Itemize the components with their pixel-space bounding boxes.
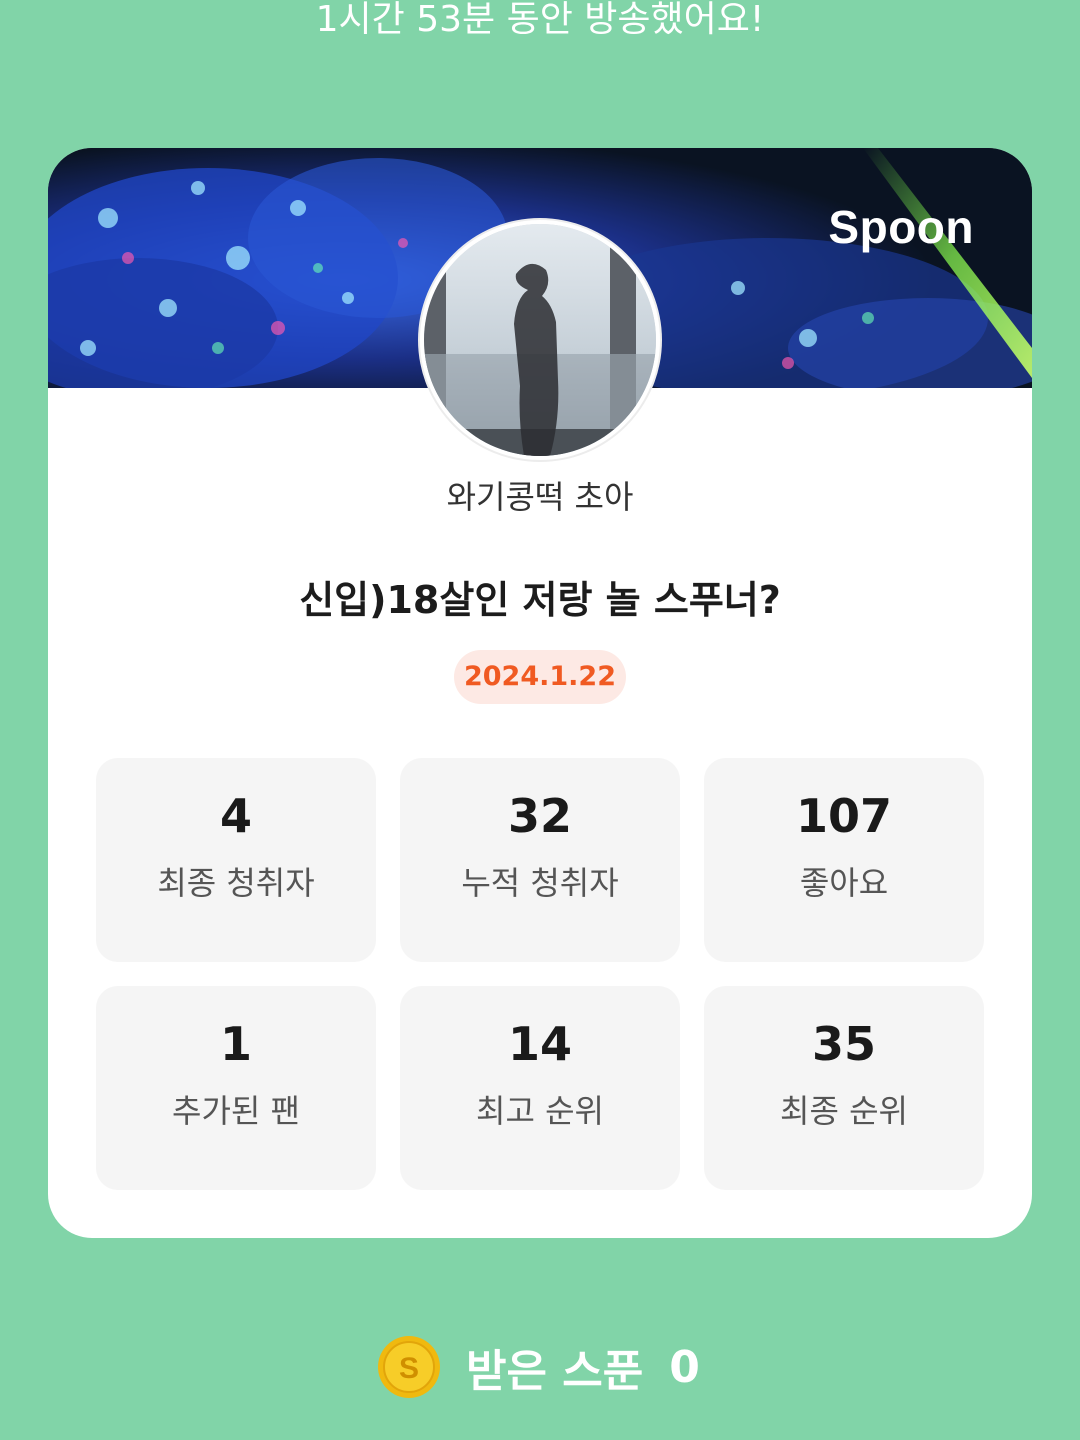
- stat-label: 최고 순위: [476, 1092, 604, 1130]
- broadcast-title: 신입)18살인 저랑 놀 스푸너?: [299, 578, 781, 622]
- stat-label: 좋아요: [799, 864, 889, 902]
- stat-label: 누적 청취자: [461, 864, 619, 902]
- stats-grid: 4 최종 청취자 32 누적 청취자 107 좋아요 1 추가된 팬 14 최고…: [96, 758, 984, 1190]
- stat-value: 1: [219, 1017, 252, 1071]
- received-spoons-count: 0: [669, 1341, 700, 1393]
- broadcast-date-badge: 2024.1.22: [454, 650, 626, 704]
- stat-value: 32: [507, 789, 572, 843]
- stat-value: 14: [507, 1017, 572, 1071]
- received-spoons: S 받은 스푼 0: [376, 1334, 700, 1400]
- stat-total-listeners: 32 누적 청취자: [400, 758, 680, 962]
- stat-new-fans: 1 추가된 팬: [96, 986, 376, 1190]
- stat-value: 4: [219, 789, 252, 843]
- received-spoons-label: 받은 스푼: [466, 1346, 644, 1397]
- stat-value: 35: [811, 1017, 876, 1071]
- stat-value: 107: [795, 789, 893, 843]
- stat-final-listeners: 4 최종 청취자: [96, 758, 376, 962]
- spoon-logo: Spoon: [828, 201, 974, 253]
- stat-label: 추가된 팬: [172, 1092, 300, 1130]
- stat-label: 최종 청취자: [157, 864, 315, 902]
- stat-likes: 107 좋아요: [704, 758, 984, 962]
- spoon-coin-icon: S: [378, 1336, 440, 1398]
- broadcast-duration-text: 1시간 53분 동안 방송했어요!: [315, 0, 765, 40]
- stat-highest-rank: 14 최고 순위: [400, 986, 680, 1190]
- coin-glyph: S: [399, 1352, 419, 1385]
- profile-avatar[interactable]: [420, 220, 660, 460]
- stat-label: 최종 순위: [780, 1092, 908, 1130]
- host-nickname: 와기콩떡 초아: [446, 478, 634, 516]
- stat-final-rank: 35 최종 순위: [704, 986, 984, 1190]
- broadcast-summary-card: Spoon 와기콩떡 초아 신입)18살인 저랑 놀 스푸너? 2024.1.2…: [48, 148, 1032, 1238]
